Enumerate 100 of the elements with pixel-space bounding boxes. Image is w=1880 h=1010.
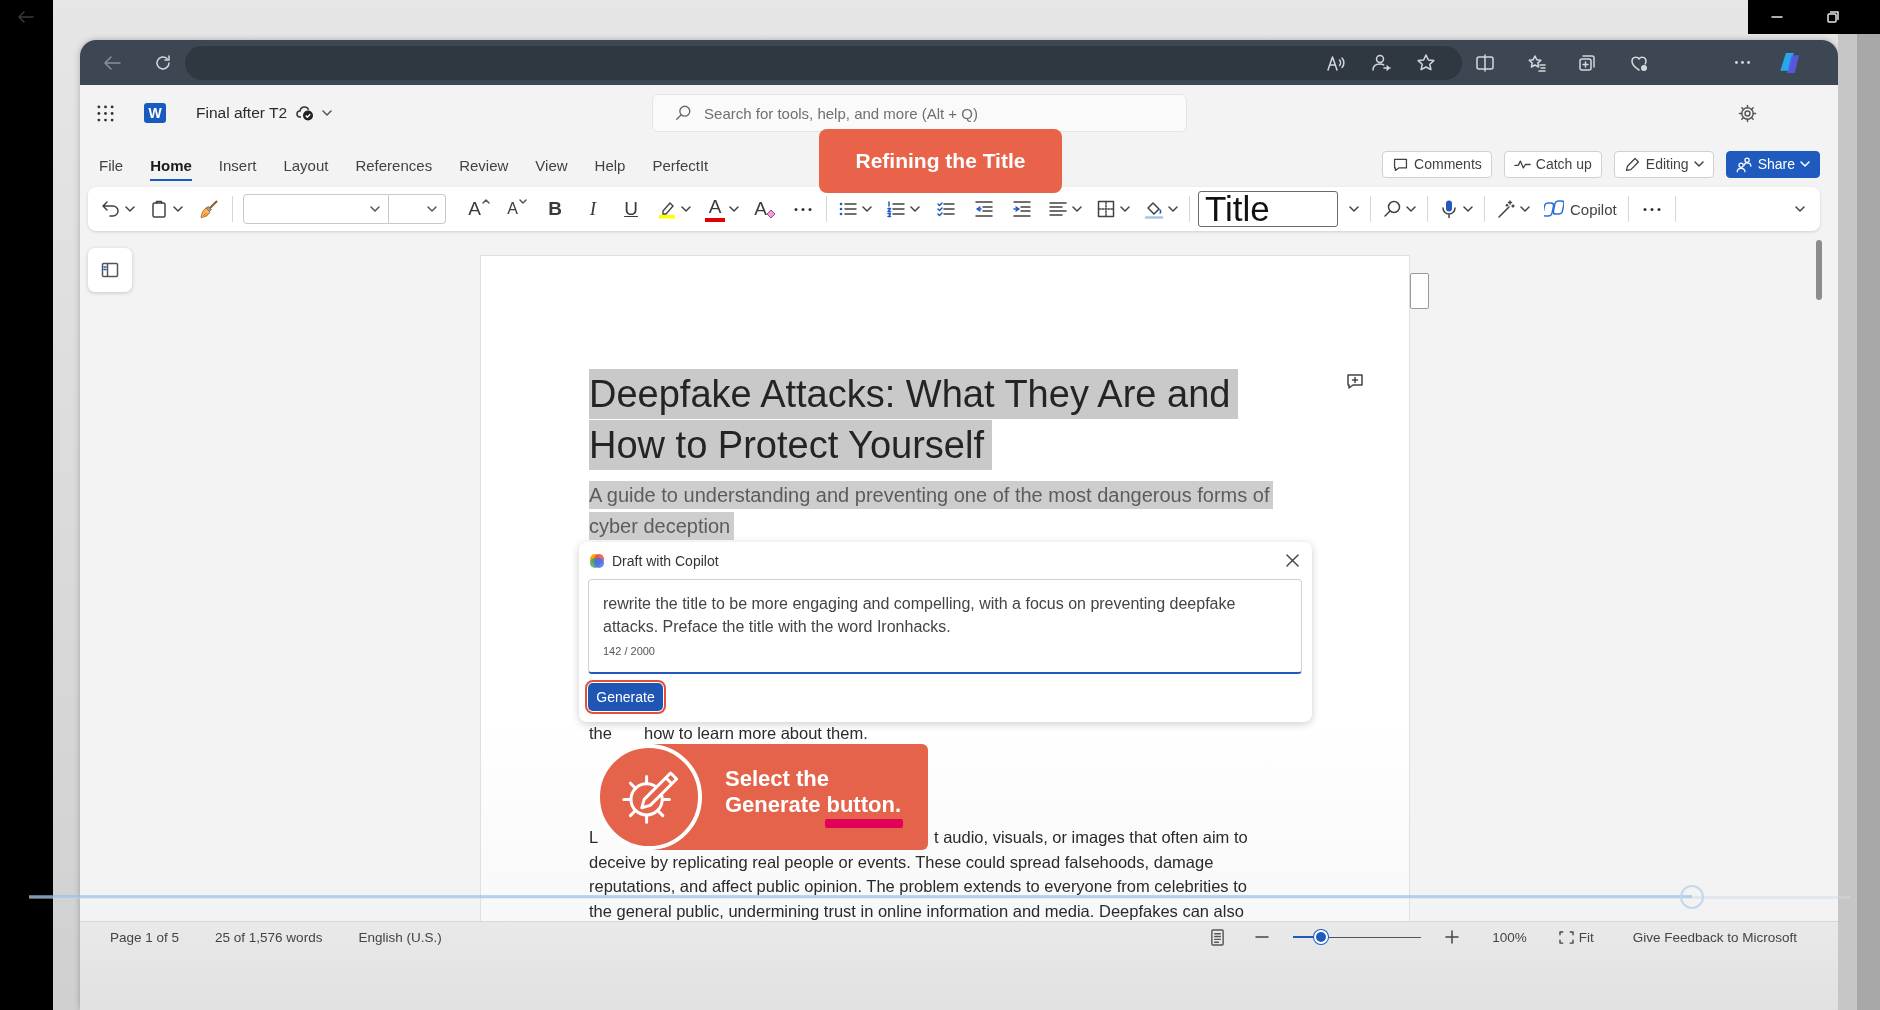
chevron-down-icon	[173, 204, 183, 214]
highlighter-icon	[657, 199, 677, 219]
bold-button[interactable]: B	[540, 193, 570, 225]
caret-up-icon	[481, 199, 490, 204]
menu-tab[interactable]: Review	[459, 151, 509, 181]
favorites-icon[interactable]	[1527, 52, 1547, 73]
italic-button[interactable]: I	[578, 193, 608, 225]
navigation-pane-button[interactable]	[88, 248, 132, 292]
pencil-icon	[1623, 155, 1641, 173]
share-button[interactable]: Share	[1725, 150, 1820, 178]
indent-icon	[1012, 199, 1032, 219]
generate-button[interactable]: Generate	[588, 683, 663, 711]
font-size-field[interactable]	[389, 194, 446, 224]
editing-mode-button[interactable]: Editing	[1613, 150, 1714, 178]
body-text: t audio, visuals, or images that often aim to	[934, 827, 1248, 848]
borders-icon	[1096, 199, 1116, 219]
menu-tab[interactable]: View	[535, 151, 568, 181]
feedback-link[interactable]: Give Feedback to Microsoft	[1632, 929, 1797, 945]
underline-button[interactable]: U	[616, 193, 646, 225]
font-color-button[interactable]: A	[702, 193, 742, 225]
body-text: L	[589, 827, 599, 848]
cloud-check-icon[interactable]	[296, 105, 315, 121]
page-marker	[1410, 273, 1429, 309]
body-text: deceive by replicating real people or events. These could spread falsehoods, damage	[589, 851, 1214, 873]
font-name-field[interactable]	[243, 194, 389, 224]
page-view-icon[interactable]	[1210, 928, 1226, 946]
body-text: the	[589, 723, 612, 743]
chevron-down-icon	[427, 204, 437, 214]
app-logo: W	[144, 103, 166, 123]
star-icon[interactable]	[1416, 52, 1436, 73]
logo-icon	[1544, 199, 1564, 219]
zoom-slider-thumb[interactable]	[1314, 930, 1329, 944]
microphone-icon	[1439, 199, 1459, 219]
app-launcher-icon[interactable]	[97, 104, 114, 122]
checklist-icon	[936, 199, 956, 219]
logo-icon	[589, 552, 605, 569]
more-icon	[1642, 207, 1661, 211]
menu-tab[interactable]: Layout	[283, 151, 329, 181]
video-progress-handle[interactable]	[1680, 885, 1705, 909]
chevron-down-icon	[1406, 204, 1416, 214]
eraser-icon	[765, 209, 776, 219]
person-icon[interactable]	[1371, 52, 1391, 73]
chevron-down-icon[interactable]	[322, 108, 333, 118]
menu-tab[interactable]: File	[99, 151, 124, 181]
character-count: 142 / 2000	[603, 644, 655, 658]
body-text: reputations, and affect public opinion. The problem extends to everyone from celebrities to	[589, 876, 1247, 897]
chevron-down-icon	[125, 204, 135, 214]
document-name[interactable]: Final after T2	[196, 104, 288, 122]
chevron-down-icon	[370, 204, 380, 214]
search-field[interactable]: Search for tools, help, and more (Alt + Q)	[652, 94, 1188, 132]
close-icon	[1285, 554, 1299, 567]
comments-button[interactable]: Comments	[1382, 150, 1492, 178]
style-field[interactable]: Title	[1198, 191, 1338, 227]
close-button[interactable]	[1284, 552, 1300, 569]
restore-icon[interactable]	[1827, 11, 1839, 23]
caret-down-icon	[518, 199, 527, 204]
prompt-field[interactable]: rewrite the title to be more engaging and compelling, with a focus on preventing deepfake attacks. Preface the title with the word Ironhacks. 142 / 2000	[588, 579, 1302, 674]
zoom-percentage[interactable]: 100%	[1492, 929, 1527, 945]
search-icon	[674, 104, 693, 122]
chevron-down-icon	[910, 204, 920, 214]
magic-wand-icon	[1496, 199, 1516, 219]
split-screen-icon[interactable]	[1475, 52, 1495, 73]
menu-tab[interactable]: References	[355, 151, 433, 181]
numbered-list-icon	[886, 199, 906, 219]
clear-formatting-button[interactable]: A	[750, 193, 780, 225]
scrollbar-thumb[interactable]	[1816, 240, 1822, 300]
search-icon	[1382, 199, 1402, 219]
paint-bucket-icon	[1144, 199, 1164, 219]
copilot-button[interactable]: Copilot	[1541, 193, 1620, 225]
menu-tab[interactable]: Help	[594, 151, 626, 181]
zoom-in-button[interactable]	[1445, 930, 1460, 944]
chevron-down-icon	[1795, 204, 1805, 214]
add-comment-icon[interactable]	[1345, 371, 1365, 391]
collections-icon[interactable]	[1577, 52, 1597, 73]
paintbrush-icon	[199, 199, 219, 219]
chevron-down-icon	[1120, 204, 1130, 214]
side-panel-icon	[100, 260, 120, 280]
chevron-down-icon	[681, 204, 691, 214]
highlighter-mark-icon	[825, 819, 903, 828]
chevron-down-icon	[1349, 204, 1359, 214]
grow-font-button[interactable]: A	[464, 193, 494, 225]
fit-icon	[1558, 930, 1574, 944]
menu-tab[interactable]: PerfectIt	[652, 151, 709, 181]
shrink-font-button[interactable]: A	[502, 193, 532, 225]
settings-icon[interactable]	[1738, 103, 1757, 123]
step-banner: Refining the Title	[819, 129, 1062, 193]
chevron-down-icon	[729, 204, 739, 214]
more-icon[interactable]	[1735, 61, 1750, 64]
align-left-icon	[1048, 199, 1068, 219]
outdent-icon	[974, 199, 994, 219]
fit-button[interactable]: Fit	[1558, 929, 1594, 945]
chevron-down-icon	[1463, 204, 1473, 214]
plus-icon	[1445, 930, 1460, 944]
catch-up-button[interactable]: Catch up	[1503, 150, 1602, 178]
refresh-icon[interactable]	[153, 52, 173, 73]
people-icon	[1735, 155, 1753, 173]
page-count: Page 1 of 5	[110, 929, 180, 945]
word-count: 25 of 1,576 words	[215, 929, 323, 945]
menu-tab[interactable]: Home	[150, 151, 192, 181]
menu-tab[interactable]: Insert	[218, 151, 257, 181]
